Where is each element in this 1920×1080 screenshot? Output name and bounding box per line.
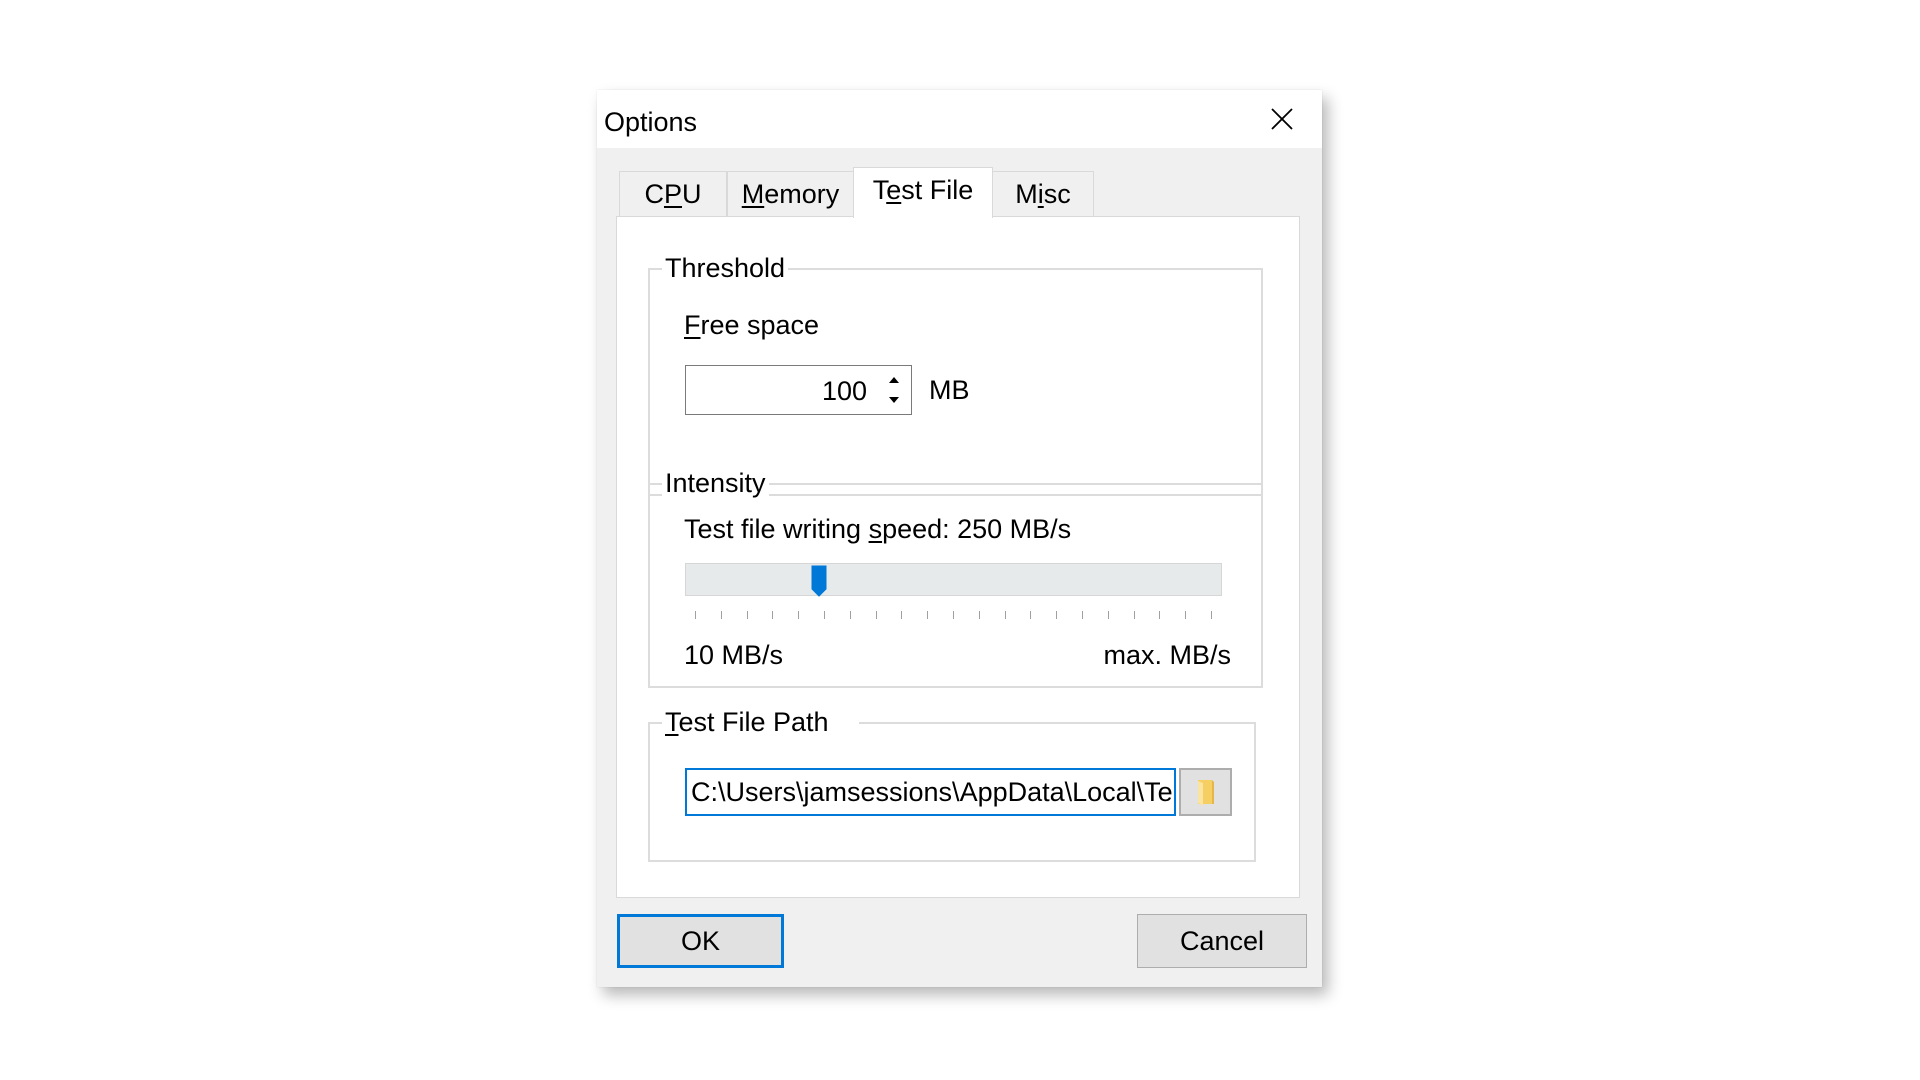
- slider-tick: [1159, 611, 1161, 619]
- slider-tick: [1082, 611, 1083, 619]
- slider-tick: [1030, 611, 1032, 619]
- slider-tick: [901, 611, 903, 619]
- slider-tick: [1004, 611, 1006, 619]
- threshold-group-label: Threshold: [662, 253, 789, 283]
- close-icon: [1271, 108, 1293, 130]
- spin-down-arrow-icon: [889, 397, 899, 403]
- slider-tick: [875, 611, 877, 619]
- slider-tick: [798, 611, 800, 619]
- ok-button[interactable]: OK: [617, 914, 784, 968]
- slider-tick: [1133, 611, 1135, 619]
- tab-memory-label: Memory: [741, 179, 840, 209]
- slider-tick: [1056, 611, 1058, 619]
- tab-panel-test-file: Threshold Free space 100 MB Intensity Te…: [616, 216, 1300, 898]
- intensity-group: Intensity Test file writing speed: 250 M…: [648, 468, 1263, 688]
- slider-tick: [849, 611, 851, 619]
- spin-down-button[interactable]: [887, 392, 901, 408]
- slider-tick: [1107, 611, 1109, 619]
- browse-folder-button[interactable]: [1179, 768, 1232, 816]
- slider-tick: [720, 611, 722, 619]
- slider-tick: [953, 611, 954, 619]
- tab-cpu-label: CPU: [644, 179, 702, 209]
- slider-tick: [824, 611, 825, 619]
- tab-test-file-label: Test File: [872, 174, 974, 205]
- free-space-value[interactable]: 100: [822, 376, 867, 406]
- slider-tick: [1211, 611, 1212, 619]
- options-dialog: Options CPU Memory Test File Misc Thresh…: [597, 90, 1322, 987]
- slider-tick: [772, 611, 774, 619]
- slider-min-label: 10 MB/s: [684, 640, 784, 670]
- test-file-path-group: Test File Path C:\Users\jamsessions\AppD…: [648, 707, 1256, 862]
- slider-tick: [927, 611, 929, 619]
- title-bar: Options: [597, 90, 1322, 148]
- tab-memory[interactable]: Memory: [727, 171, 854, 217]
- tab-cpu[interactable]: CPU: [619, 171, 727, 217]
- free-space-spinbox[interactable]: 100: [685, 365, 912, 415]
- tab-misc-label: Misc: [1015, 179, 1071, 209]
- intensity-group-label: Intensity: [662, 468, 769, 498]
- tab-misc[interactable]: Misc: [992, 171, 1094, 217]
- slider-tick: [695, 611, 696, 619]
- folder-icon: [1197, 780, 1214, 806]
- writing-speed-slider-thumb[interactable]: [811, 565, 827, 597]
- slider-tick: [1185, 611, 1187, 619]
- spin-buttons: [887, 372, 901, 408]
- threshold-group: Threshold Free space 100 MB: [648, 253, 1263, 496]
- free-space-unit: MB: [929, 375, 970, 405]
- spin-up-button[interactable]: [887, 372, 901, 388]
- free-space-label: Free space: [684, 310, 820, 340]
- writing-speed-slider-track[interactable]: [685, 563, 1222, 596]
- writing-speed-label: Test file writing speed: 250 MB/s: [684, 514, 1072, 544]
- close-button[interactable]: [1242, 90, 1322, 148]
- cancel-button[interactable]: Cancel: [1137, 914, 1307, 968]
- slider-tick: [978, 611, 980, 619]
- test-file-path-group-label: Test File Path: [662, 707, 859, 737]
- spin-up-arrow-icon: [889, 377, 899, 383]
- test-file-path-input[interactable]: C:\Users\jamsessions\AppData\Local\Te: [685, 768, 1176, 816]
- tab-test-file[interactable]: Test File: [853, 167, 993, 218]
- test-file-path-value: C:\Users\jamsessions\AppData\Local\Te: [691, 777, 1173, 807]
- slider-tick: [746, 611, 748, 619]
- dialog-title: Options: [604, 107, 698, 137]
- slider-max-label: max. MB/s: [1103, 640, 1231, 670]
